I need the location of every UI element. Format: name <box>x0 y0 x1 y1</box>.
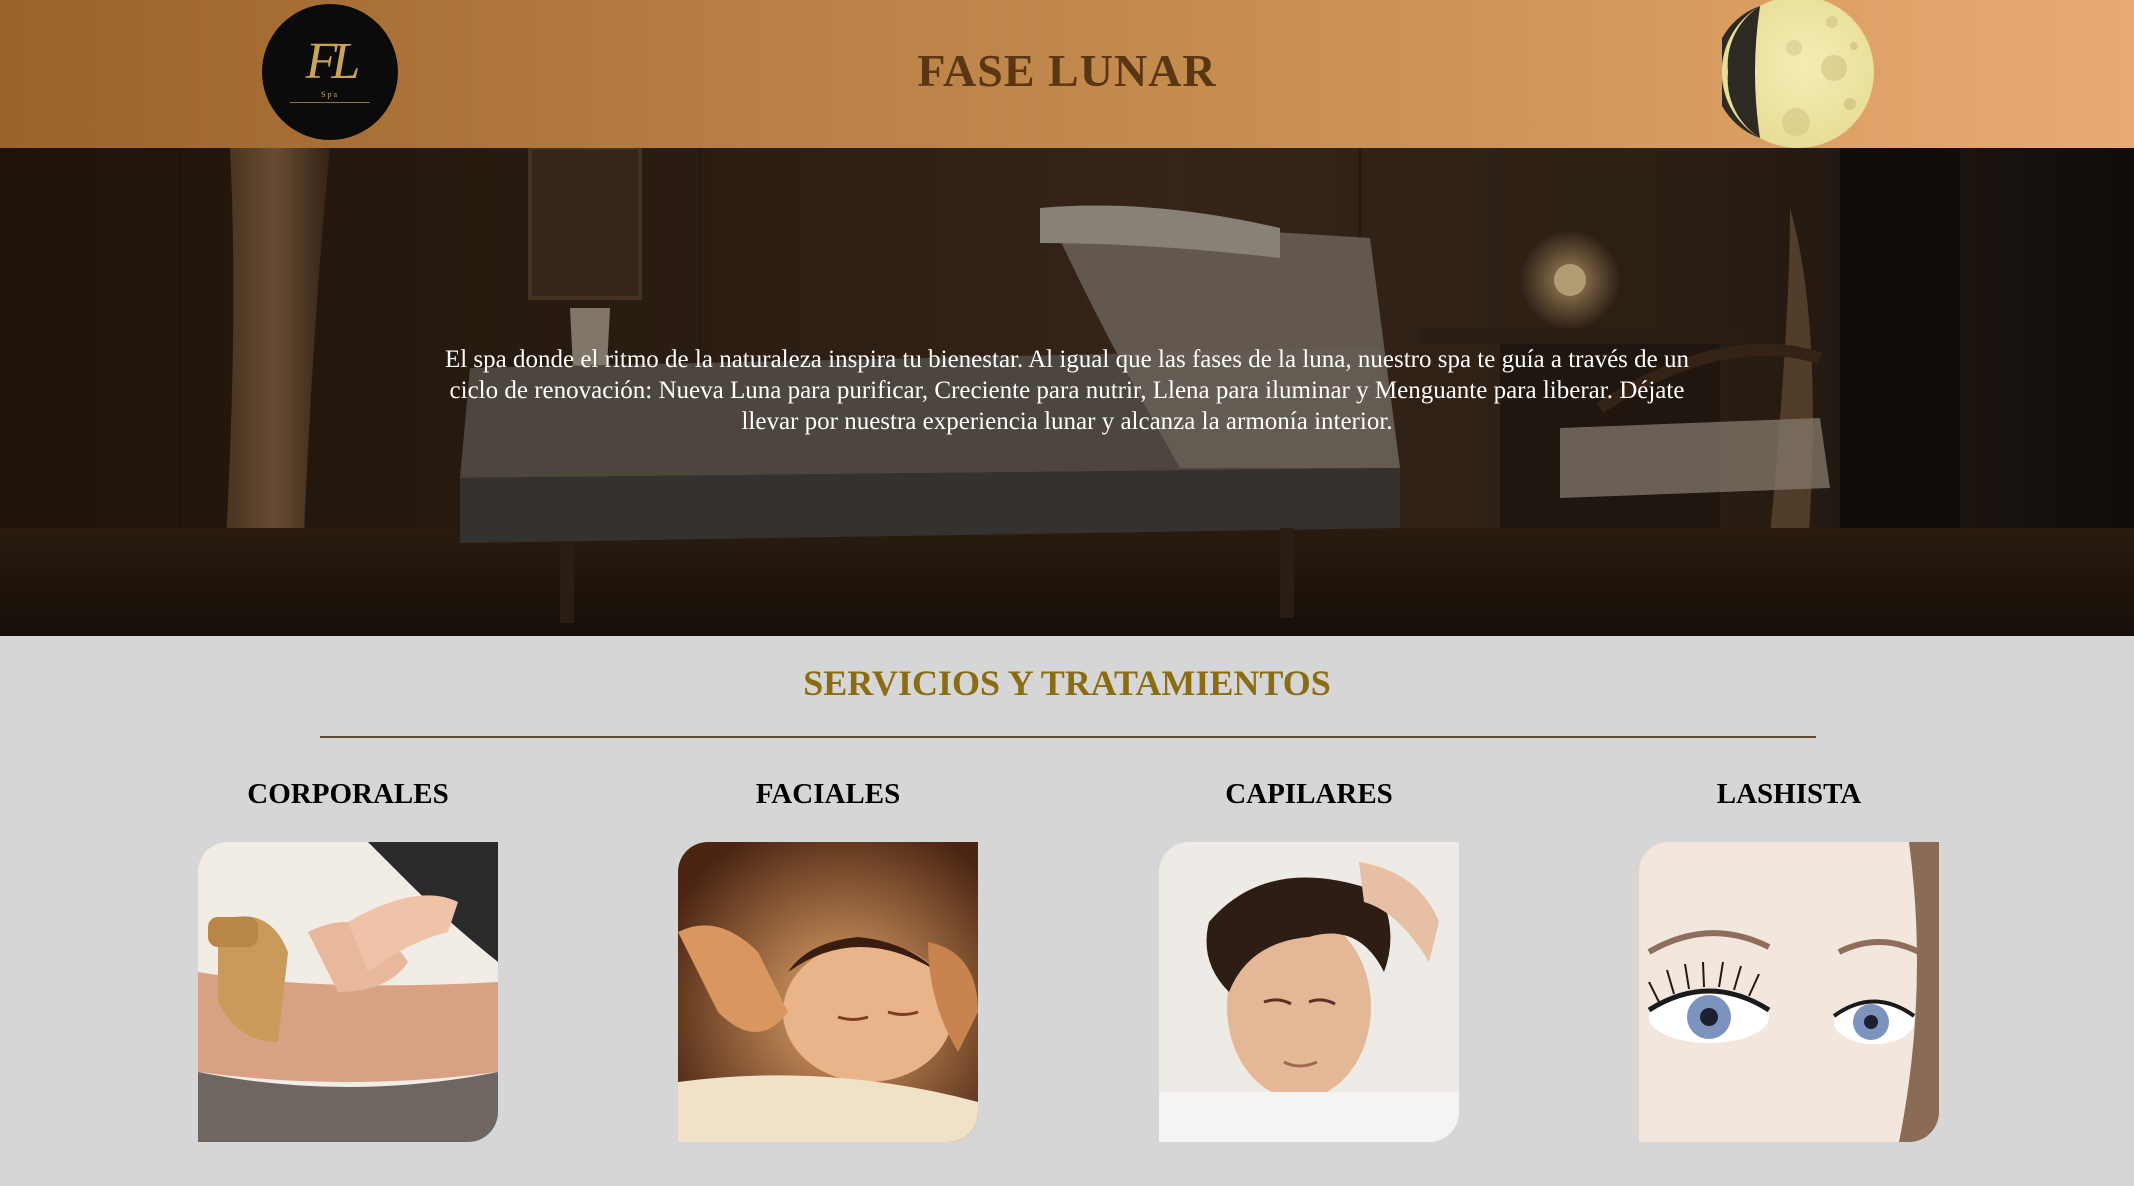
service-name: LASHISTA <box>1716 778 1862 810</box>
eyelashes-photo[interactable] <box>1639 842 1939 1142</box>
services-title: SERVICIOS Y TRATAMIENTOS <box>803 663 1331 703</box>
scalp-massage-photo[interactable] <box>1159 842 1459 1142</box>
service-name: CAPILARES <box>1225 778 1393 810</box>
section-divider <box>320 736 1816 738</box>
body-massage-photo[interactable] <box>198 842 498 1142</box>
hero-banner: El spa donde el ritmo de la naturaleza i… <box>0 148 2134 636</box>
site-header: FL Spa FASE LUNAR <box>0 0 2134 148</box>
crescent-moon-icon <box>1722 0 1874 148</box>
service-card-faciales[interactable]: FACIALES <box>678 778 978 1142</box>
hero-description: El spa donde el ritmo de la naturaleza i… <box>444 346 1690 435</box>
logo-divider <box>290 101 370 103</box>
service-name: CORPORALES <box>247 778 449 810</box>
service-name: FACIALES <box>755 778 901 810</box>
facial-massage-photo[interactable] <box>678 842 978 1142</box>
service-card-lashista[interactable]: LASHISTA <box>1639 778 1939 1142</box>
service-card-corporales[interactable]: CORPORALES <box>198 778 498 1142</box>
service-card-capilares[interactable]: CAPILARES <box>1159 778 1459 1142</box>
